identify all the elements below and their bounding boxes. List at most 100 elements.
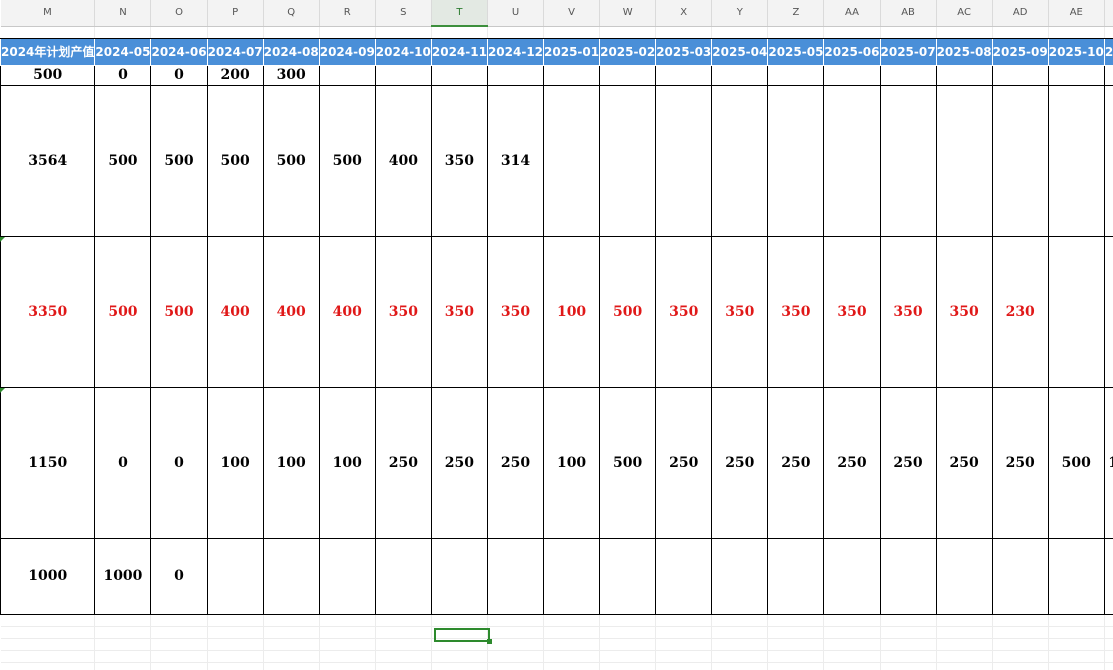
value-cell[interactable]	[823, 537, 881, 615]
cell[interactable]	[992, 650, 1049, 663]
value-cell[interactable]: 500	[150, 235, 208, 388]
cell[interactable]	[543, 662, 601, 670]
column-header[interactable]: AB	[880, 0, 937, 27]
month-header-cell[interactable]: 2024-11	[430, 37, 488, 66]
value-cell[interactable]: 350	[430, 84, 488, 237]
value-cell[interactable]	[1103, 235, 1113, 388]
cell[interactable]	[711, 614, 769, 627]
cell[interactable]	[767, 626, 825, 639]
cell[interactable]	[1048, 650, 1105, 663]
column-header[interactable]: R	[319, 0, 376, 27]
value-cell[interactable]	[711, 64, 769, 86]
value-cell[interactable]: 250	[991, 386, 1049, 539]
cell[interactable]	[880, 26, 937, 39]
cell[interactable]	[1048, 26, 1105, 39]
cell[interactable]	[655, 662, 713, 670]
value-cell[interactable]: 3564	[0, 84, 96, 237]
cell[interactable]	[543, 26, 601, 39]
value-cell[interactable]: 300	[262, 64, 320, 86]
cell[interactable]	[880, 638, 937, 651]
cell[interactable]	[0, 26, 96, 39]
cell[interactable]	[936, 626, 993, 639]
month-header-cell[interactable]: 2025-05	[767, 37, 825, 66]
value-cell[interactable]	[823, 84, 881, 237]
value-cell[interactable]	[430, 64, 488, 86]
cell[interactable]	[319, 26, 376, 39]
value-cell[interactable]: 250	[430, 386, 488, 539]
cell[interactable]	[1104, 662, 1113, 670]
cell[interactable]	[431, 662, 488, 670]
cell[interactable]	[94, 26, 152, 39]
month-header-cell[interactable]: 2025-04	[711, 37, 769, 66]
value-cell[interactable]	[935, 537, 993, 615]
column-header[interactable]: Z	[767, 0, 825, 27]
cell[interactable]	[767, 662, 825, 670]
value-cell[interactable]	[318, 537, 376, 615]
cell[interactable]	[543, 650, 601, 663]
value-cell[interactable]: 0	[150, 537, 208, 615]
cell[interactable]	[263, 638, 320, 651]
value-cell[interactable]: 0	[150, 386, 208, 539]
cell[interactable]	[0, 662, 96, 670]
cell[interactable]	[150, 638, 208, 651]
cell[interactable]	[1048, 662, 1105, 670]
cell[interactable]	[0, 626, 96, 639]
cell[interactable]	[599, 626, 657, 639]
cell[interactable]	[150, 650, 208, 663]
value-cell[interactable]: 250	[711, 386, 769, 539]
cell[interactable]	[1048, 626, 1105, 639]
cell[interactable]	[992, 638, 1049, 651]
cell[interactable]	[823, 614, 881, 627]
cell[interactable]	[487, 650, 545, 663]
cell[interactable]	[263, 662, 320, 670]
value-cell[interactable]: 350	[767, 235, 825, 388]
cell[interactable]	[0, 614, 96, 627]
cell[interactable]	[263, 626, 320, 639]
value-cell[interactable]: 250	[879, 386, 937, 539]
value-cell[interactable]: 500	[599, 386, 657, 539]
value-cell[interactable]	[486, 64, 545, 86]
column-header[interactable]: P	[207, 0, 264, 27]
month-header-cell[interactable]: 2025-01	[543, 37, 601, 66]
value-cell[interactable]: 3350	[0, 235, 96, 388]
value-cell[interactable]	[374, 64, 432, 86]
value-cell[interactable]	[935, 84, 993, 237]
value-cell[interactable]: 1000	[0, 537, 96, 615]
value-cell[interactable]: 500	[206, 84, 264, 237]
cell[interactable]	[207, 614, 264, 627]
month-header-cell[interactable]: 20	[1103, 37, 1113, 66]
value-cell[interactable]	[879, 64, 937, 86]
value-cell[interactable]: 230	[991, 235, 1049, 388]
cell[interactable]	[543, 614, 601, 627]
cell[interactable]	[599, 650, 657, 663]
cell[interactable]	[936, 662, 993, 670]
month-header-cell[interactable]: 2024-09	[318, 37, 376, 66]
value-cell[interactable]	[823, 64, 881, 86]
column-header[interactable]: M	[0, 0, 96, 27]
cell[interactable]	[992, 662, 1049, 670]
cell[interactable]	[319, 638, 376, 651]
value-cell[interactable]: 250	[767, 386, 825, 539]
cell[interactable]	[880, 650, 937, 663]
column-header[interactable]: O	[150, 0, 208, 27]
value-cell[interactable]	[655, 537, 713, 615]
cell[interactable]	[880, 614, 937, 627]
cell[interactable]	[1104, 638, 1113, 651]
cell[interactable]	[823, 626, 881, 639]
cell[interactable]	[431, 26, 488, 39]
value-cell[interactable]	[599, 64, 657, 86]
month-header-cell[interactable]: 2024年计划产值	[0, 37, 96, 66]
cell[interactable]	[543, 626, 601, 639]
value-cell[interactable]: 400	[374, 84, 432, 237]
value-cell[interactable]: 250	[374, 386, 432, 539]
spreadsheet-grid[interactable]: M N O P Q R S T U V W X Y Z AA AB AC AD AE 2024年计划产值 2024-05…	[0, 0, 1113, 670]
cell[interactable]	[375, 638, 432, 651]
cell[interactable]	[487, 626, 545, 639]
value-cell[interactable]	[262, 537, 320, 615]
value-cell[interactable]	[1047, 64, 1105, 86]
cell[interactable]	[599, 662, 657, 670]
value-cell[interactable]: 500	[599, 235, 657, 388]
value-cell[interactable]	[1103, 537, 1113, 615]
month-header-cell[interactable]: 2024-07	[206, 37, 264, 66]
value-cell[interactable]	[1047, 84, 1105, 237]
